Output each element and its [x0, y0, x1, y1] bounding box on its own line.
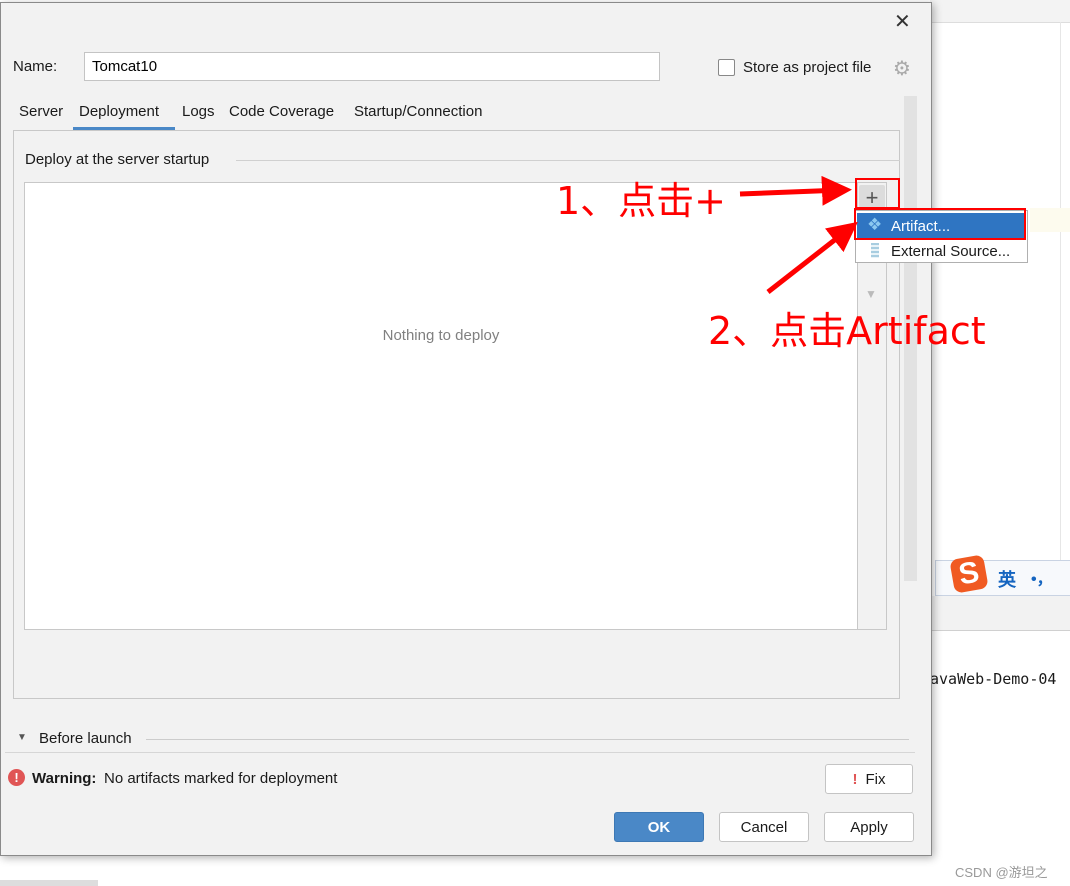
arrow-to-add: [739, 175, 852, 206]
annotation-arrows: [739, 175, 858, 294]
arrow-to-artifact: [766, 221, 858, 294]
